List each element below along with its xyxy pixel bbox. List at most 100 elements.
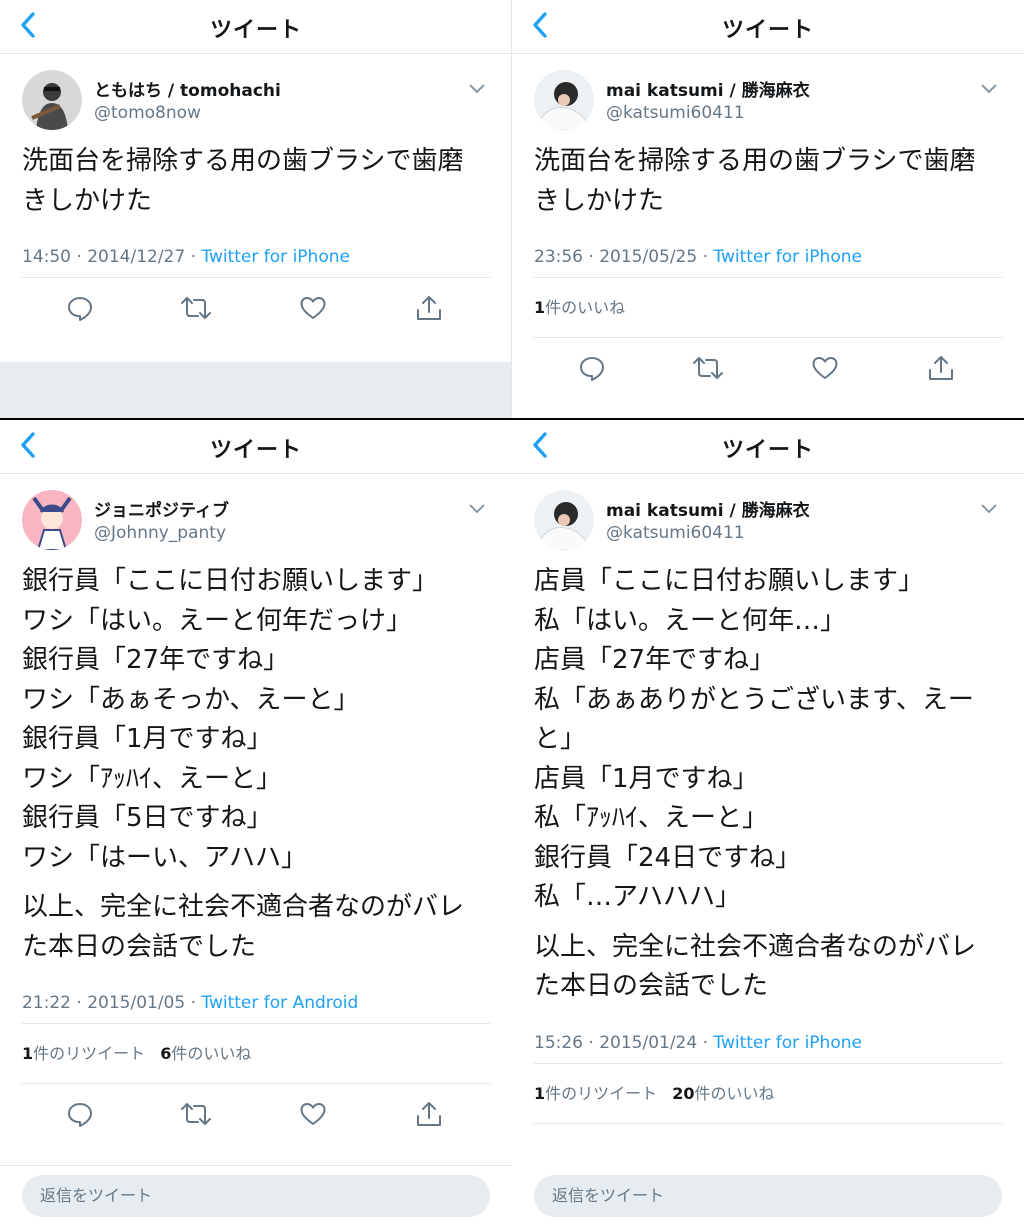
- display-name[interactable]: ジョニポジティブ: [94, 496, 229, 521]
- source-link[interactable]: Twitter for iPhone: [201, 247, 350, 267]
- timestamp-text: 23:56 · 2015/05/25 ·: [534, 247, 714, 267]
- tweet-timestamp: 23:56 · 2015/05/25 · Twitter for iPhone: [534, 247, 1002, 277]
- reply-icon[interactable]: [578, 354, 606, 382]
- source-link[interactable]: Twitter for iPhone: [713, 247, 862, 267]
- source-link[interactable]: Twitter for iPhone: [713, 1033, 862, 1053]
- tweet-text: 洗面台を掃除する用の歯ブラシで歯磨 きしかけた: [534, 142, 1002, 221]
- tweet-text-line: きしかけた: [534, 185, 665, 216]
- user-handle[interactable]: @katsumi60411: [606, 523, 810, 543]
- user-handle[interactable]: @tomo8now: [94, 103, 281, 123]
- tweet-timestamp: 21:22 · 2015/01/05 · Twitter for Android: [22, 993, 490, 1023]
- reply-input[interactable]: 返信をツイート: [534, 1175, 1002, 1217]
- retweets-label: 件のリツイート: [33, 1044, 146, 1063]
- avatar[interactable]: [534, 70, 594, 130]
- likes-stat[interactable]: 20件のいいね: [672, 1084, 774, 1103]
- likes-stat[interactable]: 1件のいいね: [534, 298, 625, 317]
- tweet: mai katsumi / 勝海麻衣 @katsumi60411 店員「ここに日…: [512, 474, 1024, 1124]
- heart-icon[interactable]: [299, 294, 327, 322]
- reply-icon[interactable]: [66, 1100, 94, 1128]
- tweet-text-line: 銀行員「5日ですね」: [22, 803, 273, 833]
- chevron-down-icon[interactable]: [468, 502, 486, 516]
- heart-icon[interactable]: [811, 354, 839, 382]
- tweet-text: 洗面台を掃除する用の歯ブラシで歯磨 きしかけた: [22, 142, 490, 221]
- user-handle[interactable]: @katsumi60411: [606, 103, 810, 123]
- panel-divider: [511, 0, 512, 418]
- tweet-stats: 1件のリツイート 6件のいいね: [22, 1024, 490, 1083]
- tweet-timestamp: 14:50 · 2014/12/27 · Twitter for iPhone: [22, 247, 490, 277]
- retweet-icon[interactable]: [180, 294, 212, 322]
- chevron-down-icon[interactable]: [980, 502, 998, 516]
- retweets-stat[interactable]: 1件のリツイート: [534, 1084, 657, 1103]
- tweet-text-line: 銀行員「27年ですね」: [22, 645, 290, 675]
- tweet-header: mai katsumi / 勝海麻衣 @katsumi60411: [534, 474, 1002, 556]
- retweets-stat[interactable]: 1件のリツイート: [22, 1044, 145, 1063]
- tweet-panel-4: ツイート mai katsumi / 勝海麻衣 @katsumi60411 店員…: [512, 420, 1024, 1224]
- chevron-down-icon[interactable]: [980, 82, 998, 96]
- tweet: mai katsumi / 勝海麻衣 @katsumi60411 洗面台を掃除す…: [512, 54, 1024, 398]
- tweet-text-line: ワシ「あぁそっか、えーと」: [22, 684, 360, 715]
- tweet-text-line: ワシ「はい。えーと何年だっけ」: [22, 605, 413, 636]
- tweet-stats: 1件のいいね: [534, 278, 1002, 337]
- tweet-text-line: 店員「27年ですね」: [534, 645, 776, 675]
- panel-divider: [0, 418, 1024, 420]
- tweet-text-line: 洗面台を掃除する用の歯ブラシで歯磨: [22, 146, 464, 176]
- tweet-text-line: ワシ「はーい、アハハ」: [22, 842, 307, 873]
- likes-label: 件のいいね: [694, 1083, 775, 1103]
- top-bar: ツイート: [512, 420, 1024, 474]
- retweet-icon[interactable]: [180, 1100, 212, 1128]
- likes-count: 20: [672, 1083, 695, 1103]
- source-link[interactable]: Twitter for Android: [201, 993, 358, 1013]
- likes-stat[interactable]: 6件のいいね: [160, 1044, 251, 1063]
- avatar[interactable]: [22, 70, 82, 130]
- tweet-text-line: 私「ｱｯﾊｲ、えーと」: [534, 803, 769, 833]
- tweet-panel-1: ツイート ともはち / tomohachi @tomo8now 洗面台を掃除する…: [0, 0, 512, 420]
- avatar[interactable]: [22, 490, 82, 550]
- tweet-panel-2: ツイート mai katsumi / 勝海麻衣 @katsumi60411 洗面…: [512, 0, 1024, 420]
- tweet-text-line: 私「…アハハハ」: [534, 882, 741, 912]
- retweet-icon[interactable]: [692, 354, 724, 382]
- likes-label: 件のいいね: [171, 1044, 252, 1063]
- tweet-text-line: ワシ「ｱｯﾊｲ、えーと」: [22, 763, 283, 794]
- tweet-text-line: た本日の会話でした: [22, 931, 257, 962]
- timestamp-text: 14:50 · 2014/12/27 ·: [22, 247, 202, 267]
- chevron-down-icon[interactable]: [468, 82, 486, 96]
- tweet-text-line: きしかけた: [22, 185, 153, 216]
- tweet-stats: 1件のリツイート 20件のいいね: [534, 1064, 1002, 1123]
- display-name[interactable]: ともはち / tomohachi: [94, 76, 281, 101]
- page-title: ツイート: [721, 18, 814, 43]
- retweets-count: 1: [534, 1083, 546, 1103]
- page-title: ツイート: [209, 18, 302, 43]
- tweet-text-line: 銀行員「1月ですね」: [22, 724, 273, 754]
- display-name[interactable]: mai katsumi / 勝海麻衣: [606, 76, 810, 101]
- tweet: ジョニポジティブ @Johnny_panty 銀行員「ここに日付お願いします」 …: [0, 474, 512, 1144]
- reply-icon[interactable]: [66, 294, 94, 322]
- share-icon[interactable]: [927, 354, 955, 382]
- timestamp-text: 21:22 · 2015/01/05 ·: [22, 993, 202, 1013]
- tweet-text-line: 店員「1月ですね」: [534, 763, 759, 794]
- tweet: ともはち / tomohachi @tomo8now 洗面台を掃除する用の歯ブラ…: [0, 54, 512, 338]
- user-handle[interactable]: @Johnny_panty: [94, 523, 229, 543]
- display-name[interactable]: mai katsumi / 勝海麻衣: [606, 496, 810, 521]
- retweets-label: 件のリツイート: [545, 1083, 658, 1103]
- page-title: ツイート: [209, 438, 302, 463]
- tweet-header: ジョニポジティブ @Johnny_panty: [22, 474, 490, 556]
- tweet-header: mai katsumi / 勝海麻衣 @katsumi60411: [534, 54, 1002, 136]
- timestamp-text: 15:26 · 2015/01/24 ·: [534, 1032, 714, 1053]
- tweet-text-line: 私「あぁありがとうございます、えー: [534, 684, 974, 715]
- share-icon[interactable]: [415, 294, 443, 322]
- share-icon[interactable]: [415, 1100, 443, 1128]
- divider: [534, 1122, 1002, 1124]
- tweet-text-paragraph: 以上、完全に社会不適合者なのがバレ た本日の会話でした: [22, 888, 490, 967]
- tweet-text: 店員「ここに日付お願いします」 私「はい。えーと何年…」 店員「27年ですね」 …: [534, 562, 1002, 1007]
- avatar[interactable]: [534, 490, 594, 550]
- reply-input[interactable]: 返信をツイート: [22, 1175, 490, 1217]
- tweet-header: ともはち / tomohachi @tomo8now: [22, 54, 490, 136]
- likes-count: 1: [534, 298, 546, 317]
- tweet-text-line: 私「はい。えーと何年…」: [534, 605, 847, 636]
- action-bar: [22, 278, 490, 338]
- heart-icon[interactable]: [299, 1100, 327, 1128]
- top-bar: ツイート: [512, 0, 1024, 54]
- tweet-text: 銀行員「ここに日付お願いします」 ワシ「はい。えーと何年だっけ」 銀行員「27年…: [22, 562, 490, 967]
- tweet-text-line: 洗面台を掃除する用の歯ブラシで歯磨: [534, 146, 976, 176]
- tweet-text-line: 以上、完全に社会不適合者なのがバレ: [534, 931, 977, 962]
